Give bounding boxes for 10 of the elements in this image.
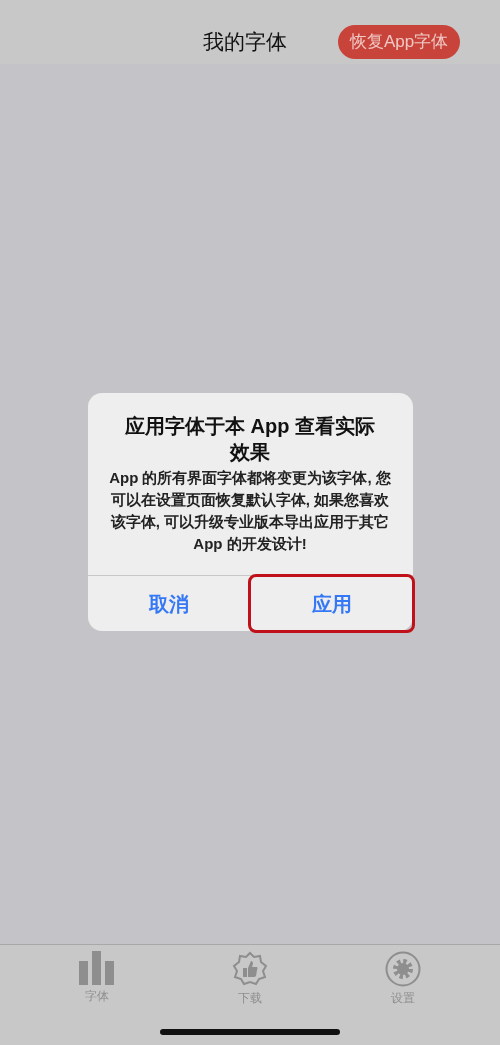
- dialog-button[interactable]: 取消: [87, 576, 250, 631]
- thumbs-up-badge-icon: [232, 951, 268, 987]
- bar-chart-icon: [78, 951, 115, 985]
- dialog-button[interactable]: 应用: [249, 576, 413, 631]
- page-title: 我的字体: [203, 29, 287, 55]
- restore-font-button[interactable]: 恢复App字体: [338, 25, 461, 59]
- dialog-title: 应用字体于本 App 查看实际效果: [124, 414, 376, 465]
- tab-item[interactable]: 下载: [210, 951, 290, 1007]
- dialog-message: App 的所有界面字体都将变更为该字体, 您可以在设置页面恢复默认字体, 如果您喜欢该字体, 可以升级专业版本导出应用于其它 App 的开发设计!: [108, 468, 392, 554]
- gear-icon: [385, 951, 422, 987]
